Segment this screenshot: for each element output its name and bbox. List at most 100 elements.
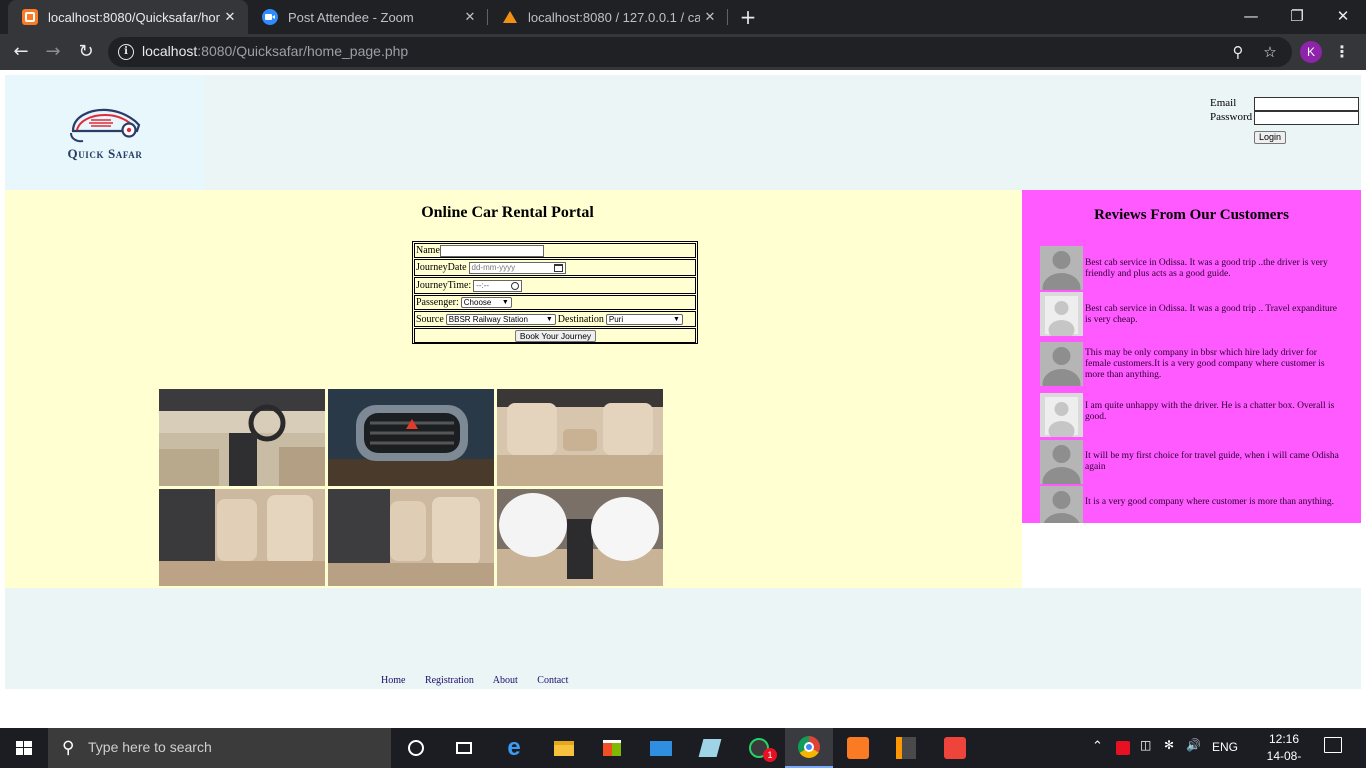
footer-link-about[interactable]: About <box>493 675 518 686</box>
task-view-icon[interactable] <box>440 728 488 768</box>
wifi-icon[interactable]: ✻ <box>1164 738 1174 752</box>
car-image-rear-seats <box>497 389 663 486</box>
phpmyadmin-icon <box>502 9 518 25</box>
avatar <box>1040 486 1083 523</box>
search-placeholder: Type here to search <box>88 739 212 755</box>
clock-icon[interactable] <box>511 281 520 290</box>
calendar-icon[interactable] <box>553 263 563 272</box>
whatsapp-icon[interactable]: 1 <box>735 728 783 768</box>
car-gallery <box>159 389 665 586</box>
xampp-taskbar-icon[interactable] <box>834 728 882 768</box>
info-icon[interactable]: i <box>118 44 134 60</box>
tab-zoom[interactable]: Post Attendee - Zoom ✕ <box>248 0 488 34</box>
passenger-row: Passenger: Choose ▼ <box>414 295 696 310</box>
chrome-taskbar-icon[interactable] <box>785 728 833 768</box>
new-tab-button[interactable]: + <box>738 5 758 29</box>
tab-phpmyadmin[interactable]: localhost:8080 / 127.0.0.1 / cardb ✕ <box>488 0 728 34</box>
car-image-vent <box>328 389 494 486</box>
destination-label: Destination <box>557 313 604 325</box>
taskbar-search[interactable]: ⚲ Type here to search <box>48 728 391 768</box>
bookmark-star-icon[interactable]: ☆ <box>1260 42 1280 62</box>
notification-center-icon[interactable] <box>1324 737 1342 753</box>
address-bar[interactable]: i localhost:8080/Quicksafar/home_page.ph… <box>108 37 1292 67</box>
close-tab-icon[interactable]: ✕ <box>460 9 480 25</box>
edge-icon[interactable]: e <box>490 728 538 768</box>
store-icon[interactable] <box>588 728 636 768</box>
review-text: I am quite unhappy with the driver. He i… <box>1085 401 1335 422</box>
cortana-icon[interactable] <box>392 728 440 768</box>
tab-title: localhost:8080/Quicksafar/home_ <box>48 9 220 25</box>
review-text: Best cab service in Odissa. It was a goo… <box>1085 304 1337 325</box>
footer-nav: Home Registration About Contact <box>381 675 585 686</box>
car-logo-icon <box>70 108 141 143</box>
car-image-front-seats <box>159 489 325 586</box>
show-hidden-icons[interactable]: ⌃ <box>1092 738 1103 754</box>
avatar <box>1040 342 1083 386</box>
windows-logo-icon <box>16 741 32 755</box>
review-text: Best cab service in Odissa. It was a goo… <box>1085 258 1328 279</box>
login-button[interactable]: Login <box>1254 131 1287 144</box>
start-button[interactable] <box>0 728 48 768</box>
browser-tab-strip: localhost:8080/Quicksafar/home_ ✕ Post A… <box>0 0 1366 34</box>
booking-section: Online Car Rental Portal Name JourneyDat… <box>5 190 1022 588</box>
password-field[interactable] <box>1254 111 1359 125</box>
language-indicator[interactable]: ENG <box>1212 740 1238 754</box>
browser-menu-icon[interactable]: ⋮ <box>1334 40 1350 64</box>
volume-icon[interactable]: 🔊 <box>1186 738 1201 752</box>
tab-separator <box>727 9 728 25</box>
passenger-select[interactable]: Choose ▼ <box>460 297 512 308</box>
clock-date: 14-08-2020 <box>1266 749 1302 768</box>
email-label: Email <box>1210 97 1237 109</box>
logo-text: Quick Safar <box>67 146 143 161</box>
anydesk-tray-icon[interactable] <box>1116 741 1130 755</box>
journey-time-field[interactable]: --:-- <box>473 279 523 292</box>
submit-row: Book Your Journey <box>414 328 696 343</box>
taskbar-clock[interactable]: 12:16 14-08-2020 <box>1254 731 1314 768</box>
back-icon[interactable]: ← <box>9 40 33 64</box>
site-header: Quick Safar Email Password Login <box>5 75 1361 190</box>
sublime-text-icon[interactable] <box>882 728 930 768</box>
car-image-dashboard <box>159 389 325 486</box>
minimize-icon[interactable]: — <box>1236 2 1266 30</box>
tab-title: Post Attendee - Zoom <box>288 9 414 25</box>
url-text[interactable]: localhost:8080/Quicksafar/home_page.php <box>142 43 408 59</box>
forward-icon[interactable]: → <box>41 40 65 64</box>
notes-app-icon[interactable] <box>686 728 734 768</box>
page-viewport: Quick Safar Email Password Login Online … <box>0 70 1366 728</box>
anydesk-icon[interactable] <box>931 728 979 768</box>
tab-quicksafar-home[interactable]: localhost:8080/Quicksafar/home_ ✕ <box>8 0 248 34</box>
journey-date-field[interactable]: dd-mm-yyyy <box>468 261 566 274</box>
footer-link-registration[interactable]: Registration <box>425 675 474 686</box>
reload-icon[interactable]: ↻ <box>74 40 98 64</box>
name-field[interactable] <box>439 244 544 257</box>
footer-link-contact[interactable]: Contact <box>537 675 568 686</box>
zoom-magnifier-icon[interactable]: ⚲ <box>1228 42 1248 62</box>
zoom-icon <box>262 9 278 25</box>
site-logo[interactable]: Quick Safar <box>5 75 205 190</box>
date-row: JourneyDate dd-mm-yyyy <box>414 259 696 276</box>
close-tab-icon[interactable]: ✕ <box>700 9 720 25</box>
search-icon: ⚲ <box>62 738 75 758</box>
car-image-door-seats <box>328 489 494 586</box>
review-text: It will be my first choice for travel gu… <box>1085 451 1339 472</box>
close-tab-icon[interactable]: ✕ <box>220 9 240 25</box>
email-field[interactable] <box>1254 97 1359 111</box>
restore-icon[interactable]: ❐ <box>1282 2 1312 30</box>
booking-form: Name JourneyDate dd-mm-yyyy JourneyTime:… <box>412 241 698 344</box>
battery-icon[interactable]: ◫ <box>1140 738 1151 752</box>
close-window-icon[interactable]: ✕ <box>1328 2 1358 30</box>
book-journey-button[interactable]: Book Your Journey <box>514 329 597 342</box>
time-label: JourneyTime: <box>416 280 472 291</box>
file-explorer-icon[interactable] <box>540 728 588 768</box>
mail-icon[interactable] <box>637 728 685 768</box>
chevron-down-icon: ▼ <box>545 315 553 323</box>
chat-badge: 1 <box>763 748 777 762</box>
source-label: Source <box>416 313 444 325</box>
profile-avatar[interactable]: K <box>1300 41 1322 63</box>
destination-select[interactable]: Puri ▼ <box>605 313 683 325</box>
chevron-down-icon: ▼ <box>501 299 509 306</box>
footer-link-home[interactable]: Home <box>381 675 405 686</box>
date-label: JourneyDate <box>416 262 467 273</box>
avatar <box>1040 292 1083 336</box>
source-select[interactable]: BBSR Railway Station ▼ <box>445 313 556 325</box>
